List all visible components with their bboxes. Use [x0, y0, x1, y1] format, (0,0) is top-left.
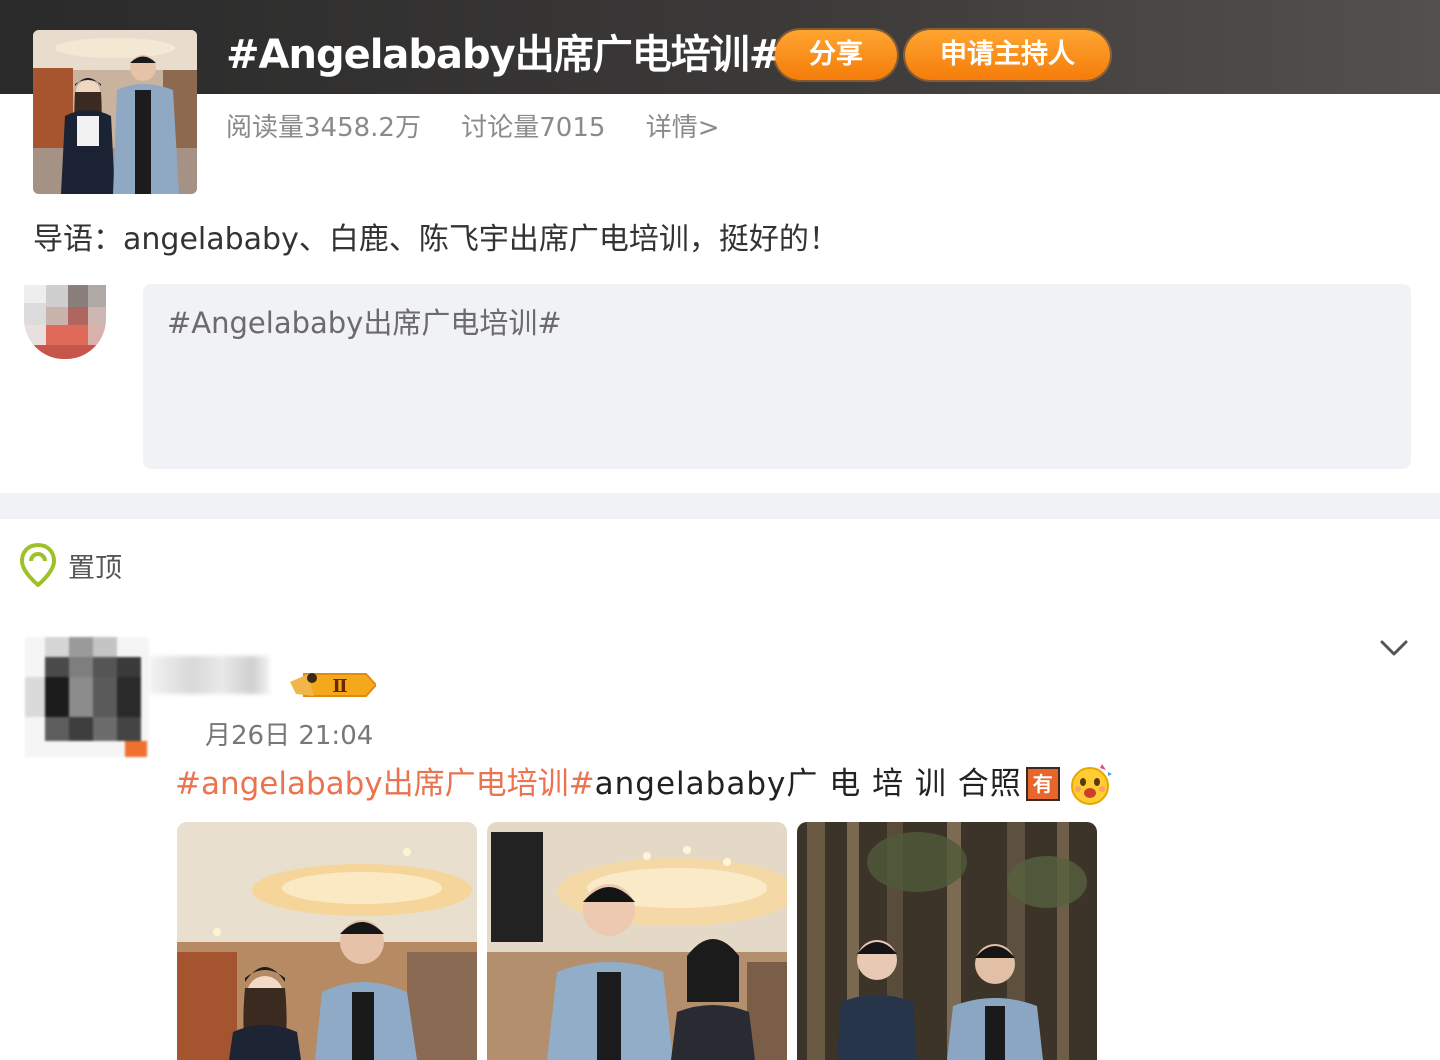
apply-host-button[interactable]: 申请主持人 [905, 30, 1110, 80]
post-hashtag-link[interactable]: #angelababy出席广电培训# [175, 762, 595, 806]
post-author-name[interactable] [150, 656, 270, 694]
post-content: #angelababy出席广电培训# angelababy广 电 培 训 合照 … [175, 762, 1112, 806]
compose-placeholder: #Angelababy出席广电培训# [167, 306, 562, 340]
topic-title: #Angelababy出席广电培训# [226, 32, 782, 78]
discussion-count: 讨论量7015 [461, 113, 606, 143]
post-body-text: angelababy广 电 培 训 合照 [594, 766, 1022, 802]
compose-input[interactable]: #Angelababy出席广电培训# [143, 284, 1411, 469]
share-button[interactable]: 分享 [775, 30, 897, 80]
topic-intro: 导语：angelababy、白鹿、陈飞宇出席广电培训，挺好的！ [33, 222, 839, 257]
post-photo-2[interactable] [487, 822, 787, 1060]
location-pin-icon [20, 543, 56, 587]
details-link[interactable]: 详情> [646, 113, 720, 143]
post-photo-3[interactable] [797, 822, 1097, 1060]
pinned-label-row: 置顶 [20, 543, 122, 587]
post-photo-1[interactable] [177, 822, 477, 1060]
section-divider [0, 493, 1440, 519]
user-level-badge: Ⅱ [290, 670, 376, 700]
party-face-emoji-icon [1068, 762, 1112, 806]
post-timestamp[interactable]: 月26日 21:04 [205, 715, 373, 752]
topic-stats: 阅读量3458.2万 讨论量7015 详情> [226, 110, 751, 146]
topic-cover-image[interactable] [33, 30, 197, 194]
user-avatar[interactable] [24, 285, 106, 359]
level-badge-text: Ⅱ [332, 676, 347, 697]
post-author-avatar[interactable] [25, 637, 149, 757]
pinned-label: 置顶 [68, 552, 122, 584]
read-count: 阅读量3458.2万 [226, 113, 421, 143]
you-badge-icon: 有 [1025, 767, 1060, 801]
chevron-down-icon[interactable] [1378, 632, 1410, 664]
